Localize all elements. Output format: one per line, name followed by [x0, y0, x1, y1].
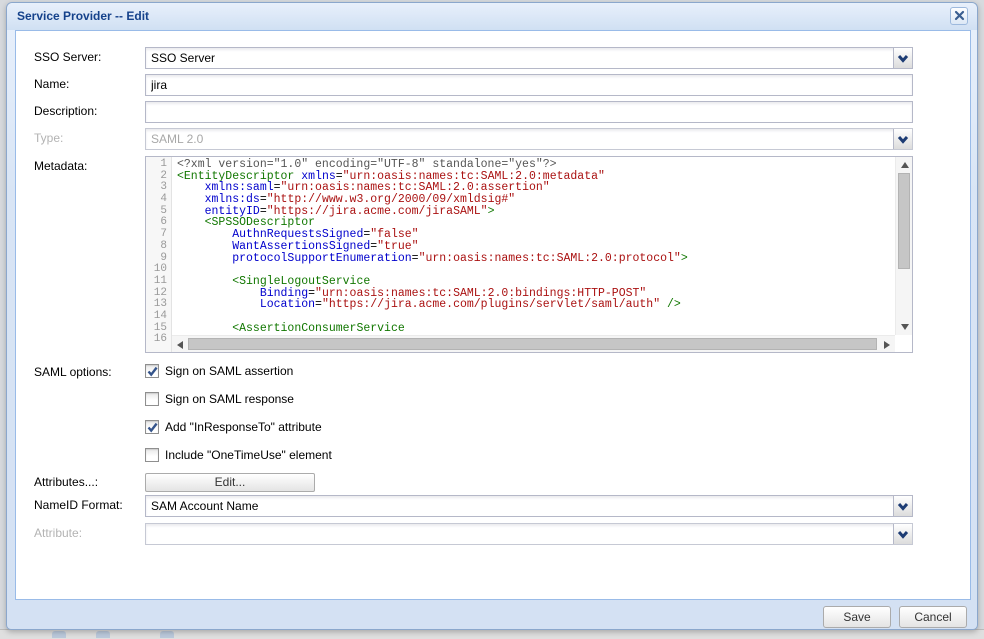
close-button[interactable]	[950, 7, 968, 25]
checkbox-row: Sign on SAML assertion	[145, 362, 293, 377]
service-provider-edit-dialog: Service Provider -- Edit SSO Server: SSO…	[6, 2, 978, 630]
scroll-right-icon[interactable]	[884, 341, 890, 349]
checkbox-row: Sign on SAML response	[145, 390, 294, 405]
checkbox-label: Add "InResponseTo" attribute	[165, 420, 322, 434]
code-line[interactable]: Location="https://jira.acme.com/plugins/…	[177, 299, 895, 311]
type-trigger	[893, 129, 912, 149]
name-input[interactable]	[145, 74, 913, 96]
checkbox-unchecked[interactable]	[145, 392, 159, 406]
type-combo: SAML 2.0	[145, 128, 913, 150]
checkbox-label: Include "OneTimeUse" element	[165, 448, 332, 462]
line-number: 4	[146, 194, 167, 206]
attributes-label: Attributes...:	[34, 475, 98, 489]
line-number: 16	[146, 334, 167, 346]
type-label: Type:	[34, 131, 63, 145]
attributes-edit-button[interactable]: Edit...	[145, 473, 315, 492]
dialog-titlebar[interactable]: Service Provider -- Edit	[7, 3, 977, 30]
nameid-format-value: SAM Account Name	[151, 499, 258, 513]
description-input[interactable]	[145, 101, 913, 123]
line-number: 8	[146, 241, 167, 253]
metadata-gutter: 12345678910111213141516	[146, 157, 172, 352]
attribute-trigger	[893, 524, 912, 544]
close-icon	[954, 10, 965, 21]
sso-server-combo[interactable]: SSO Server	[145, 47, 913, 69]
dialog-title: Service Provider -- Edit	[17, 9, 967, 23]
line-number: 1	[146, 159, 167, 171]
chevron-down-icon	[897, 530, 909, 539]
vertical-scrollbar[interactable]	[895, 157, 912, 335]
background-icon	[52, 631, 66, 638]
sso-server-trigger[interactable]	[893, 48, 912, 68]
name-label: Name:	[34, 77, 69, 91]
metadata-editor[interactable]: 12345678910111213141516 <?xml version="1…	[145, 156, 913, 353]
check-icon	[147, 422, 158, 433]
sso-server-label: SSO Server:	[34, 50, 101, 64]
chevron-down-icon	[897, 502, 909, 511]
dialog-body: SSO Server: SSO Server Name: Description…	[15, 30, 971, 600]
saml-options-label: SAML options:	[34, 365, 112, 379]
metadata-label: Metadata:	[34, 159, 87, 173]
code-line[interactable]: <AssertionConsumerService	[177, 323, 895, 335]
save-button[interactable]: Save	[823, 606, 891, 628]
checkbox-checked[interactable]	[145, 420, 159, 434]
chevron-down-icon	[897, 135, 909, 144]
scroll-up-icon[interactable]	[901, 162, 909, 168]
check-icon	[147, 366, 158, 377]
background-icon	[96, 631, 110, 638]
cancel-button[interactable]: Cancel	[899, 606, 967, 628]
checkbox-row: Include "OneTimeUse" element	[145, 446, 332, 461]
attribute-combo	[145, 523, 913, 545]
horizontal-scroll-thumb[interactable]	[188, 338, 877, 350]
checkbox-label: Sign on SAML assertion	[165, 364, 293, 378]
background-window-edge	[0, 629, 984, 639]
attribute-label: Attribute:	[34, 526, 82, 540]
nameid-format-trigger[interactable]	[893, 496, 912, 516]
description-label: Description:	[34, 104, 97, 118]
checkbox-checked[interactable]	[145, 364, 159, 378]
sso-server-value: SSO Server	[151, 51, 215, 65]
code-line[interactable]: protocolSupportEnumeration="urn:oasis:na…	[177, 253, 895, 265]
scrollbar-corner	[895, 335, 912, 352]
line-number: 11	[146, 276, 167, 288]
metadata-code[interactable]: <?xml version="1.0" encoding="UTF-8" sta…	[172, 157, 895, 335]
type-value: SAML 2.0	[151, 132, 203, 146]
checkbox-label: Sign on SAML response	[165, 392, 294, 406]
scroll-left-icon[interactable]	[177, 341, 183, 349]
checkbox-row: Add "InResponseTo" attribute	[145, 418, 322, 433]
checkbox-unchecked[interactable]	[145, 448, 159, 462]
line-number: 14	[146, 311, 167, 323]
scroll-down-icon[interactable]	[901, 324, 909, 330]
vertical-scroll-thumb[interactable]	[898, 173, 910, 269]
horizontal-scrollbar[interactable]	[172, 335, 895, 352]
background-icon	[160, 631, 174, 638]
nameid-format-label: NameID Format:	[34, 498, 123, 512]
chevron-down-icon	[897, 54, 909, 63]
nameid-format-combo[interactable]: SAM Account Name	[145, 495, 913, 517]
